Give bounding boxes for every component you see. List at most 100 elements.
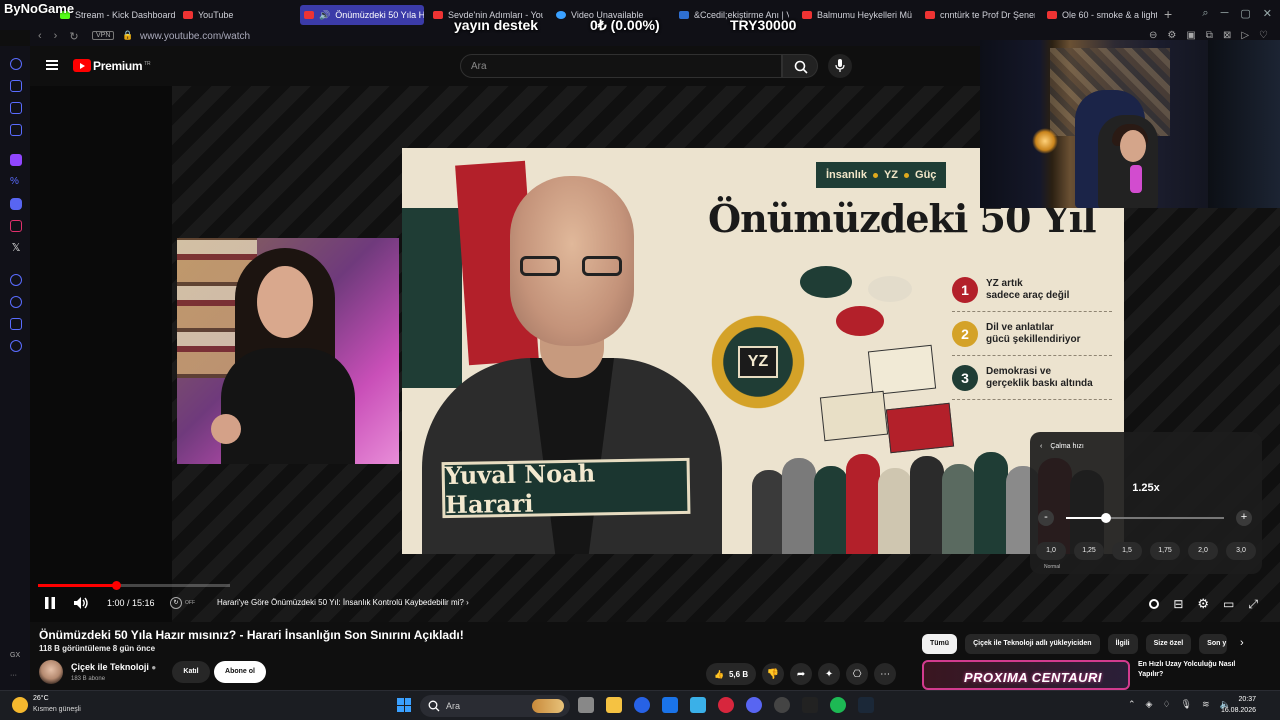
speed-preset-2-0[interactable]: 2,0 bbox=[1188, 542, 1218, 560]
speed-increase-button[interactable]: + bbox=[1236, 510, 1252, 526]
tab-label: YouTube bbox=[198, 10, 234, 20]
search-input[interactable]: Ara bbox=[460, 54, 782, 78]
close-icon[interactable]: ✕ bbox=[1263, 7, 1272, 20]
speed-decrease-button[interactable]: - bbox=[1038, 510, 1054, 526]
taskbar-search[interactable]: Ara bbox=[420, 695, 570, 717]
tab-balmumu[interactable]: Balmumu Heykelleri Müze bbox=[802, 6, 912, 24]
share-button[interactable]: ➦ bbox=[790, 663, 813, 685]
save-button[interactable]: ⎔ bbox=[846, 663, 869, 685]
ask-ai-button[interactable]: ✦ bbox=[818, 663, 841, 685]
sidebar-percent-icon[interactable]: % bbox=[10, 176, 22, 188]
chevron-right-icon[interactable]: › bbox=[1240, 637, 1244, 649]
tab-current-video[interactable]: 🔊 Önümüzdeki 50 Yıla Ha bbox=[300, 5, 424, 25]
obs-icon[interactable] bbox=[774, 697, 790, 713]
new-tab-button[interactable]: + bbox=[1164, 6, 1172, 22]
shield-icon[interactable]: ◈ bbox=[1146, 699, 1153, 710]
steam-icon[interactable] bbox=[858, 697, 874, 713]
key-point: 3 Demokrasi ve gerçeklik baskı altında bbox=[952, 356, 1112, 400]
tab-youtube[interactable]: YouTube bbox=[183, 6, 283, 24]
task-view-icon[interactable] bbox=[578, 697, 594, 713]
minimize-icon[interactable]: ─ bbox=[1221, 7, 1229, 20]
forward-icon[interactable]: › bbox=[54, 30, 58, 43]
voice-search-button[interactable] bbox=[828, 54, 852, 78]
fullscreen-icon[interactable]: ⤢ bbox=[1248, 597, 1258, 612]
video-progress-bar[interactable] bbox=[38, 581, 230, 590]
like-button[interactable]: 👍 5,6 B bbox=[706, 663, 757, 685]
volume-button[interactable] bbox=[73, 596, 89, 615]
file-explorer-icon[interactable] bbox=[606, 697, 622, 713]
sidebar-twitch-icon[interactable] bbox=[10, 154, 22, 166]
subtitles-icon[interactable]: ⊟ bbox=[1173, 597, 1183, 611]
sidebar-x-icon[interactable]: 𝕏 bbox=[10, 242, 22, 254]
sidebar-more-icon[interactable]: ··· bbox=[10, 672, 17, 679]
discord-icon[interactable] bbox=[746, 697, 762, 713]
wifi-icon[interactable]: ≋ bbox=[1202, 699, 1210, 710]
chapter-title[interactable]: Harari'ye Göre Önümüzdeki 50 Yıl: İnsanl… bbox=[217, 598, 469, 607]
speed-slider-handle[interactable] bbox=[1100, 513, 1111, 523]
tab-ole60[interactable]: Ole 60 - smoke & a light ( bbox=[1047, 6, 1157, 24]
epic-games-icon[interactable] bbox=[802, 697, 818, 713]
reload-icon[interactable]: ↻ bbox=[69, 30, 78, 43]
taskbar-clock[interactable]: 20:37 16.08.2026 bbox=[1221, 694, 1256, 716]
tab-cnnturk[interactable]: cnntürk te Prof Dr Şener bbox=[925, 6, 1035, 24]
sidebar-aria-icon[interactable] bbox=[10, 58, 22, 70]
sidebar-cube-icon[interactable] bbox=[10, 318, 22, 330]
speed-preset-1-75[interactable]: 1,75 bbox=[1150, 542, 1180, 560]
sidebar-hot-tabs-icon[interactable] bbox=[10, 102, 22, 114]
sidebar-settings-icon[interactable] bbox=[10, 340, 22, 352]
point-number: 1 bbox=[952, 276, 978, 303]
more-actions-button[interactable]: ⋯ bbox=[874, 663, 897, 685]
microphone-icon[interactable]: 🎙 bbox=[1181, 699, 1192, 710]
chip-related[interactable]: İlgili bbox=[1107, 634, 1138, 654]
sidebar-discord-icon[interactable] bbox=[10, 198, 22, 210]
menu-icon[interactable] bbox=[46, 60, 58, 70]
autoplay-toggle[interactable]: ↻ OFF bbox=[170, 597, 198, 609]
progress-scrubber[interactable] bbox=[111, 581, 121, 590]
search-button[interactable] bbox=[782, 54, 818, 78]
pause-button[interactable] bbox=[44, 596, 56, 615]
youtube-logo-icon[interactable] bbox=[73, 59, 91, 72]
sidebar-messenger-icon[interactable] bbox=[10, 124, 22, 136]
store-icon[interactable] bbox=[690, 697, 706, 713]
dislike-button[interactable]: 👎 bbox=[762, 663, 785, 685]
subscribe-button[interactable]: Abone ol bbox=[214, 661, 266, 683]
weather-icon[interactable] bbox=[12, 697, 28, 713]
back-icon[interactable]: ‹ bbox=[38, 30, 42, 43]
sidebar-instagram-icon[interactable] bbox=[10, 220, 22, 232]
speed-preset-1-5[interactable]: 1,5 bbox=[1112, 542, 1142, 560]
windows-start-icon[interactable] bbox=[397, 698, 411, 712]
channel-avatar[interactable] bbox=[39, 660, 63, 684]
tab-kick-dashboard[interactable]: Stream - Kick Dashboard bbox=[60, 6, 176, 24]
maximize-icon[interactable]: ▢ bbox=[1240, 7, 1250, 20]
join-button[interactable]: Katıl bbox=[172, 661, 210, 683]
sidebar-history-icon[interactable] bbox=[10, 296, 22, 308]
settings-icon[interactable]: ⚙ bbox=[1197, 596, 1209, 612]
chip-all[interactable]: Tümü bbox=[922, 634, 958, 654]
sidebar-gx-control-icon[interactable] bbox=[10, 80, 22, 92]
sidebar-player-icon[interactable] bbox=[10, 274, 22, 286]
speed-panel-header[interactable]: ‹ Çalma hızı bbox=[1040, 443, 1084, 450]
chevron-left-icon[interactable]: ‹ bbox=[1040, 443, 1042, 450]
recommended-thumbnail[interactable]: PROXIMA CENTAURI bbox=[922, 660, 1130, 690]
theater-mode-icon[interactable]: ▭ bbox=[1223, 597, 1234, 611]
speed-preset-1-25[interactable]: 1,25 bbox=[1074, 542, 1104, 560]
channel-name[interactable]: Çiçek ile Teknoloji ● bbox=[71, 662, 156, 672]
vpn-badge[interactable]: VPN bbox=[92, 31, 115, 40]
opera-gx-icon[interactable] bbox=[718, 697, 734, 713]
speed-preset-1-0[interactable]: 1,0 bbox=[1036, 542, 1066, 560]
chip-uploader[interactable]: Çiçek ile Teknoloji adlı yükleyiciden bbox=[965, 634, 1100, 654]
spotify-icon[interactable] bbox=[830, 697, 846, 713]
recommended-title[interactable]: En Hızlı Uzay Yolculuğu Nasıl Yapılır? bbox=[1138, 660, 1258, 680]
speed-preset-3-0[interactable]: 3,0 bbox=[1226, 542, 1256, 560]
chip-for-you[interactable]: Size özel bbox=[1145, 634, 1192, 654]
miniplayer-toggle-icon[interactable] bbox=[1149, 599, 1160, 609]
speed-slider[interactable] bbox=[1066, 513, 1224, 523]
chevron-up-icon[interactable]: ⌃ bbox=[1128, 699, 1136, 710]
outlook-icon[interactable] bbox=[662, 697, 678, 713]
pin-icon[interactable]: ♢ bbox=[1162, 699, 1170, 710]
url-field[interactable]: www.youtube.com/watch bbox=[140, 31, 250, 42]
ea-app-icon[interactable] bbox=[634, 697, 650, 713]
search-icon[interactable]: ⌕ bbox=[1202, 7, 1208, 20]
youtube-premium-logo[interactable]: Premium TR bbox=[93, 59, 151, 73]
chip-recent[interactable]: Son y bbox=[1199, 634, 1228, 654]
